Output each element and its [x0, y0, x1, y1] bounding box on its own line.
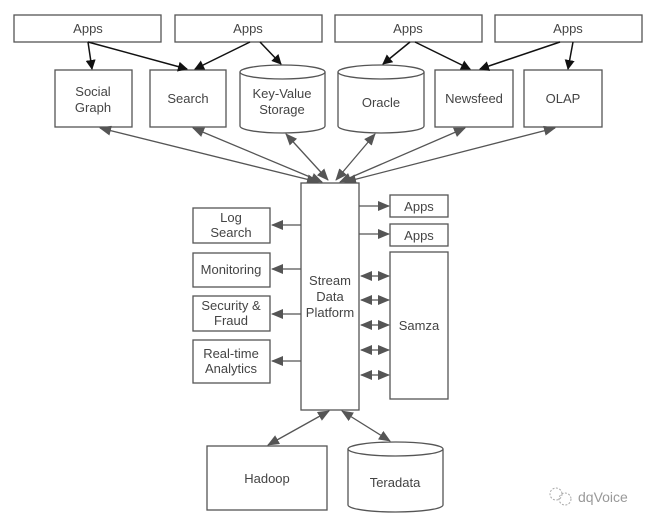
svg-text:Newsfeed: Newsfeed: [445, 91, 503, 106]
right-apps-1-box: Apps: [389, 194, 449, 218]
right-apps-2-box: Apps: [389, 223, 449, 247]
svg-text:Teradata: Teradata: [370, 475, 421, 490]
apps-to-services-arrows: [85, 41, 575, 72]
top-apps-4: Apps: [494, 14, 643, 43]
search-box: Search: [149, 69, 227, 128]
svg-text:Oracle: Oracle: [362, 95, 400, 110]
svg-text:dqVoice: dqVoice: [578, 489, 628, 505]
svg-text:Apps: Apps: [404, 199, 434, 214]
svg-text:SocialGraph: Social Graph: [75, 84, 111, 115]
architecture-diagram: Apps Apps Apps Apps Social Graph Search K…: [13, 14, 643, 513]
svg-text:OLAP: OLAP: [546, 91, 581, 106]
watermark: dqVoice: [549, 487, 628, 506]
security-fraud-box: Security & Fraud: [192, 295, 271, 332]
hadoop-box: Hadoop: [206, 445, 328, 511]
svg-text:Key-ValueStorage: Key-Value Storage: [252, 86, 311, 117]
top-apps-2: Apps: [174, 14, 323, 43]
top-apps-1: Apps: [13, 14, 162, 43]
svg-text:Samza: Samza: [399, 318, 440, 333]
svg-text:Apps: Apps: [233, 21, 263, 36]
platform-to-right-arrows: [359, 201, 390, 380]
platform-to-storage-arrows: [267, 410, 391, 446]
wechat-icon: [549, 487, 572, 506]
svg-text:Apps: Apps: [404, 228, 434, 243]
svg-text:Search: Search: [167, 91, 208, 106]
samza-box: Samza: [389, 251, 449, 400]
olap-box: OLAP: [523, 69, 603, 128]
newsfeed-box: Newsfeed: [434, 69, 514, 128]
stream-data-platform-box: Stream Data Platform: [300, 182, 360, 411]
teradata-cylinder: Teradata: [347, 441, 444, 513]
svg-text:Apps: Apps: [553, 21, 583, 36]
key-value-storage-cylinder: Key-Value Storage: [239, 64, 326, 134]
social-graph-box: Social Graph: [54, 69, 133, 128]
platform-to-services-arrows: [99, 125, 556, 185]
platform-to-consumers-arrows: [271, 220, 301, 366]
realtime-analytics-box: Real-time Analytics: [192, 339, 271, 384]
svg-text:Real-timeAnalytics: Real-time Analytics: [203, 346, 259, 376]
top-apps-3: Apps: [334, 14, 483, 43]
log-search-box: Log Search: [192, 207, 271, 244]
oracle-cylinder: Oracle: [337, 64, 425, 134]
svg-text:Hadoop: Hadoop: [244, 471, 290, 486]
svg-text:Apps: Apps: [393, 21, 423, 36]
svg-text:Monitoring: Monitoring: [201, 262, 262, 277]
monitoring-box: Monitoring: [192, 252, 271, 288]
svg-text:Apps: Apps: [73, 21, 103, 36]
